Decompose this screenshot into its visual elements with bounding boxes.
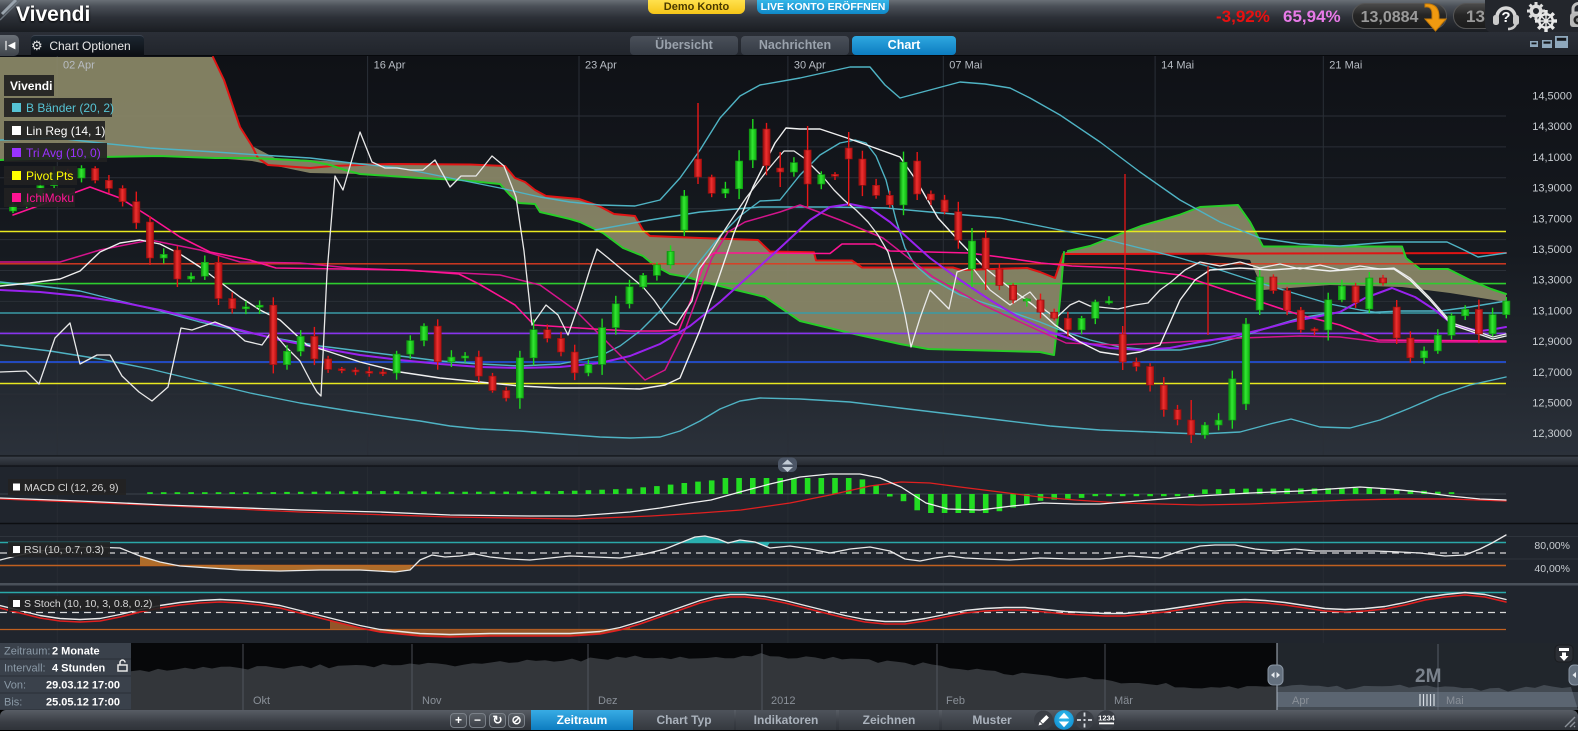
svg-text:Bis:: Bis: — [4, 697, 22, 709]
svg-text:13,5000: 13,5000 — [1532, 244, 1572, 256]
svg-text:16 Apr: 16 Apr — [374, 60, 406, 72]
svg-text:S Stoch (10, 10, 3, 0.8, 0.2): S Stoch (10, 10, 3, 0.8, 0.2) — [24, 598, 152, 610]
svg-text:?: ? — [1501, 9, 1510, 26]
svg-text:Pivot Pts: Pivot Pts — [26, 169, 73, 183]
svg-text:Vivendi: Vivendi — [10, 79, 52, 93]
svg-text:12,3000: 12,3000 — [1532, 428, 1572, 440]
svg-text:Von:: Von: — [4, 680, 26, 692]
svg-text:Lin Reg (14, 1): Lin Reg (14, 1) — [26, 124, 105, 138]
svg-text:Mär: Mär — [1114, 695, 1133, 707]
svg-text:29.03.12 17:00: 29.03.12 17:00 — [46, 680, 120, 692]
svg-text:25.05.12 17:00: 25.05.12 17:00 — [46, 697, 120, 709]
svg-text:14,5000: 14,5000 — [1532, 91, 1572, 103]
svg-text:23 Apr: 23 Apr — [585, 60, 617, 72]
svg-text:12,7000: 12,7000 — [1532, 367, 1572, 379]
svg-text:40,00%: 40,00% — [1534, 563, 1570, 575]
svg-text:B Bänder (20, 2): B Bänder (20, 2) — [26, 101, 114, 115]
svg-text:21 Mai: 21 Mai — [1329, 60, 1362, 72]
svg-text:Apr: Apr — [1292, 695, 1309, 707]
svg-text:14,1000: 14,1000 — [1532, 152, 1572, 164]
svg-text:4 Stunden: 4 Stunden — [52, 663, 105, 675]
svg-text:13,9000: 13,9000 — [1532, 183, 1572, 195]
svg-text:MACD Cl (12, 26, 9): MACD Cl (12, 26, 9) — [24, 482, 119, 494]
svg-text:07 Mai: 07 Mai — [949, 60, 982, 72]
svg-text:Zeitraum:: Zeitraum: — [4, 646, 50, 658]
svg-text:13,3000: 13,3000 — [1532, 275, 1572, 287]
svg-text:12,9000: 12,9000 — [1532, 336, 1572, 348]
svg-text:Nov: Nov — [422, 695, 442, 707]
svg-text:Tri Avg (10, 0): Tri Avg (10, 0) — [26, 146, 101, 160]
svg-text:Okt: Okt — [253, 695, 270, 707]
svg-text:1234: 1234 — [1098, 714, 1116, 723]
svg-text:2012: 2012 — [771, 695, 795, 707]
svg-text:2M: 2M — [1415, 666, 1441, 687]
svg-text:2 Monate: 2 Monate — [52, 646, 100, 658]
svg-text:14 Mai: 14 Mai — [1161, 60, 1194, 72]
svg-text:IchiMoku: IchiMoku — [26, 191, 74, 205]
svg-text:12,5000: 12,5000 — [1532, 398, 1572, 410]
svg-text:13,1000: 13,1000 — [1532, 305, 1572, 317]
svg-text:13,7000: 13,7000 — [1532, 213, 1572, 225]
svg-text:14,3000: 14,3000 — [1532, 121, 1572, 133]
svg-text:Mai: Mai — [1446, 695, 1464, 707]
svg-text:Feb: Feb — [946, 695, 965, 707]
svg-text:02 Apr: 02 Apr — [63, 60, 95, 72]
svg-text:80,00%: 80,00% — [1534, 540, 1570, 552]
svg-text:Dez: Dez — [598, 695, 618, 707]
svg-text:RSI (10, 0.7, 0.3): RSI (10, 0.7, 0.3) — [24, 544, 104, 556]
svg-text:30 Apr: 30 Apr — [794, 60, 826, 72]
svg-text:Intervall:: Intervall: — [4, 663, 46, 675]
